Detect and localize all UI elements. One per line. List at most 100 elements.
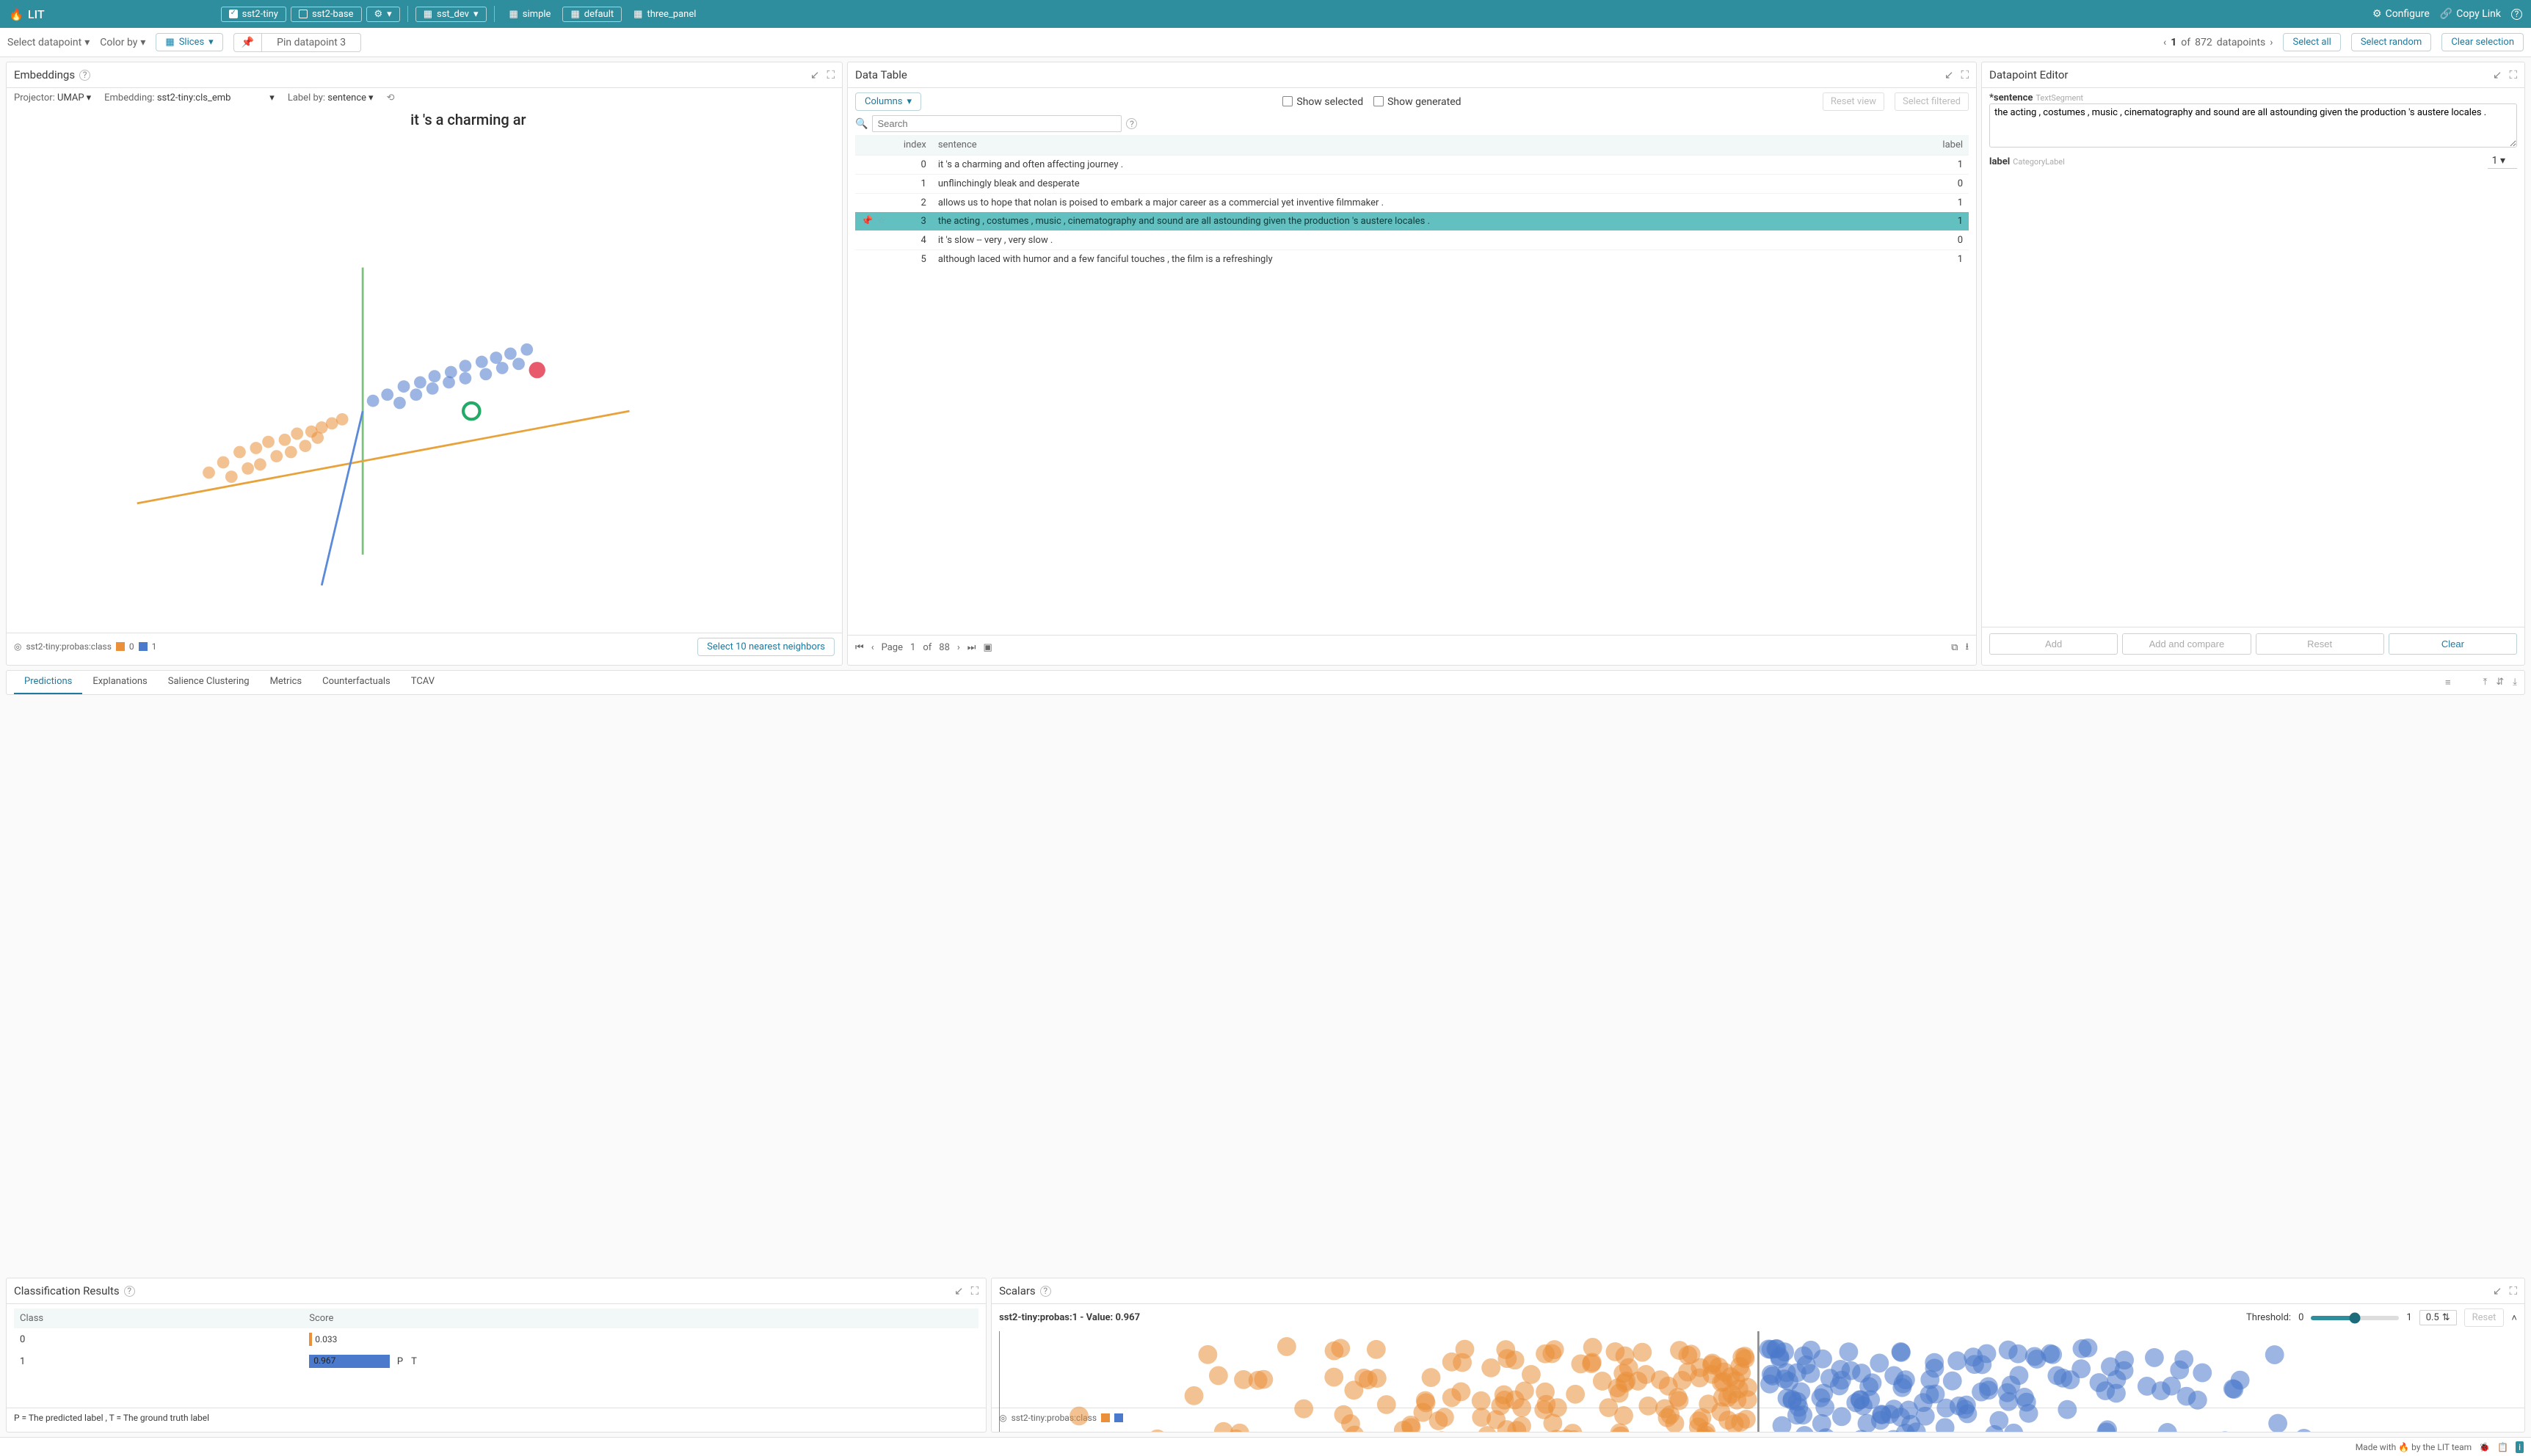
dataset-chip[interactable]: ▦ sst_dev ▾ — [415, 7, 487, 22]
threshold-spinner[interactable]: 0.5⇅ — [2419, 1310, 2457, 1325]
layout-simple[interactable]: ▦simple — [502, 7, 559, 21]
select-all-button[interactable]: Select all — [2283, 33, 2340, 51]
scalars-controls: sst2-tiny:probas:1 - Value: 0.967 Thresh… — [999, 1308, 2517, 1327]
help-icon[interactable]: ? — [124, 1286, 135, 1297]
add-button[interactable]: Add — [1989, 633, 2118, 655]
pin-icon[interactable]: 📌 — [234, 34, 262, 51]
collapse-section-icon[interactable]: ˄ — [2511, 1312, 2517, 1324]
table-row[interactable]: 5although laced with humor and a few fan… — [855, 250, 1969, 269]
search-input[interactable] — [872, 115, 1122, 132]
clipboard-icon[interactable]: 📋 — [2497, 1442, 2508, 1452]
collapse-icon[interactable]: ↙ — [810, 68, 820, 81]
columns-button[interactable]: Columns ▾ — [855, 92, 921, 111]
module-tabs: PredictionsExplanationsSalience Clusteri… — [6, 670, 2525, 695]
hover-caption: it 's a charming ar — [410, 111, 526, 128]
slices-button[interactable]: ▦Slices▾ — [156, 33, 222, 51]
show-generated-checkbox[interactable]: Show generated — [1373, 96, 1461, 108]
help-icon[interactable]: ? — [1126, 118, 1137, 129]
download-icon[interactable]: ⭳ — [1965, 640, 1969, 656]
help-icon[interactable]: ? — [2511, 9, 2522, 20]
topbar-right: ⚙ Configure 🔗 Copy Link ? — [2372, 8, 2522, 20]
embeddings-plot[interactable]: it 's a charming ar — [14, 108, 835, 633]
dataset-icon: ▦ — [424, 9, 432, 20]
nav-prev-icon[interactable]: ‹ — [2163, 37, 2166, 48]
help-icon[interactable]: ? — [1040, 1286, 1051, 1297]
swatch-0-icon — [116, 642, 125, 651]
model-settings-chip[interactable]: ⚙ ▾ — [366, 7, 400, 22]
scalars-plot[interactable] — [999, 1331, 2517, 1432]
threshold-slider[interactable] — [2311, 1316, 2399, 1320]
drag-icon[interactable]: ≡ — [2445, 677, 2451, 688]
fullscreen-icon[interactable]: ⛶ — [2509, 68, 2517, 81]
pager-first-icon[interactable]: ⏮ — [855, 642, 864, 653]
tab-metrics[interactable]: Metrics — [260, 670, 313, 694]
tab-counterfactuals[interactable]: Counterfactuals — [312, 670, 401, 694]
copy-link-button[interactable]: 🔗 Copy Link — [2440, 8, 2501, 20]
model-chip-sst2-tiny[interactable]: sst2-tiny — [221, 7, 286, 22]
pager-prev-icon[interactable]: ‹ — [871, 642, 874, 653]
caret-down-icon: ▾ — [473, 9, 479, 20]
align-bot-icon[interactable]: ⤓ — [2513, 677, 2517, 688]
table-row[interactable]: 📌☆3the acting , costumes , music , cinem… — [855, 212, 1969, 231]
layout-chipset: ▦simple ▦default ▦three_panel — [502, 7, 704, 22]
color-by-dropdown[interactable]: Color by ▾ — [100, 37, 145, 48]
clear-selection-button[interactable]: Clear selection — [2441, 33, 2524, 51]
projector-dropdown[interactable]: UMAP ▾ — [57, 92, 91, 103]
model-chip-sst2-base[interactable]: sst2-base — [291, 7, 362, 22]
table-row[interactable]: 4it 's slow -- very , very slow .0 — [855, 231, 1969, 250]
label-by-dropdown[interactable]: sentence ▾ — [327, 92, 373, 103]
pin-icon[interactable]: 📌 — [861, 216, 873, 227]
collapse-icon[interactable]: ↙ — [1944, 68, 1954, 81]
collapse-icon[interactable]: ↙ — [2493, 1284, 2502, 1297]
embedding-dropdown[interactable]: sst2-tiny:cls_emb ▾ — [157, 92, 275, 103]
align-mid-icon[interactable]: ⇵ — [2496, 677, 2504, 688]
tab-predictions[interactable]: Predictions — [14, 670, 82, 694]
configure-button[interactable]: ⚙ Configure — [2372, 8, 2430, 20]
select-datapoint-dropdown[interactable]: Select datapoint ▾ — [7, 37, 90, 48]
info-icon[interactable]: i — [2516, 1441, 2524, 1453]
label-dropdown[interactable]: 1 ▾ — [2488, 155, 2517, 169]
caret-down-icon: ▾ — [208, 37, 214, 48]
bug-icon[interactable]: 🐞 — [2479, 1442, 2490, 1452]
tab-explanations[interactable]: Explanations — [82, 670, 157, 694]
layout-three-panel[interactable]: ▦three_panel — [626, 7, 703, 21]
show-selected-checkbox[interactable]: Show selected — [1282, 96, 1363, 108]
reset-button[interactable]: Reset — [2256, 633, 2384, 655]
data-table: index sentence label 0it 's a charming a… — [855, 135, 1969, 269]
embeddings-panel: Embeddings ? ↙⛶ Projector: UMAP ▾ Embedd… — [6, 62, 843, 666]
select-nn-button[interactable]: Select 10 nearest neighbors — [697, 638, 835, 656]
table-row[interactable]: 2allows us to hope that nolan is poised … — [855, 194, 1969, 213]
reset-view-button[interactable]: Reset view — [1823, 92, 1884, 111]
panel-title: Data Table — [855, 68, 907, 81]
add-compare-button[interactable]: Add and compare — [2122, 633, 2251, 655]
fullscreen-icon[interactable]: ⛶ — [827, 68, 835, 81]
reset-camera-icon[interactable]: ⟲ — [387, 92, 395, 103]
table-row[interactable]: 0it 's a charming and often affecting jo… — [855, 156, 1969, 175]
pager-last-icon[interactable]: ⏭ — [967, 642, 976, 653]
collapse-icon[interactable]: ↙ — [2493, 68, 2502, 81]
fullscreen-icon[interactable]: ⛶ — [971, 1284, 979, 1297]
pin-label[interactable]: Pin datapoint 3 — [262, 34, 360, 51]
select-filtered-button[interactable]: Select filtered — [1895, 92, 1969, 111]
help-icon[interactable]: ? — [79, 70, 90, 81]
fullscreen-icon[interactable]: ⛶ — [1961, 68, 1969, 81]
selected-point-icon — [529, 362, 545, 378]
tab-tcav[interactable]: TCAV — [401, 670, 445, 694]
scalars-reset-button[interactable]: Reset — [2464, 1308, 2505, 1327]
scatter-svg — [14, 108, 835, 633]
table-row[interactable]: 1unflinchingly bleak and desperate0 — [855, 175, 1969, 194]
sentence-textarea[interactable]: the acting , costumes , music , cinemato… — [1989, 103, 2517, 148]
fullscreen-icon[interactable]: ⛶ — [2509, 1284, 2517, 1297]
caret-down-icon: ▾ — [140, 37, 145, 48]
collapse-icon[interactable]: ↙ — [954, 1284, 964, 1297]
layout-default[interactable]: ▦default — [562, 7, 622, 22]
tab-salience-clustering[interactable]: Salience Clustering — [158, 670, 260, 694]
select-random-button[interactable]: Select random — [2351, 33, 2432, 51]
nav-next-icon[interactable]: › — [2270, 37, 2273, 48]
star-icon[interactable]: ☆ — [877, 216, 886, 227]
clear-button[interactable]: Clear — [2389, 633, 2517, 655]
align-top-icon[interactable]: ⤒ — [2483, 677, 2488, 688]
toggle-dense-icon[interactable]: ▣ — [984, 642, 992, 653]
copy-icon[interactable]: ⧉ — [1951, 642, 1958, 653]
pager-next-icon[interactable]: › — [957, 642, 960, 653]
